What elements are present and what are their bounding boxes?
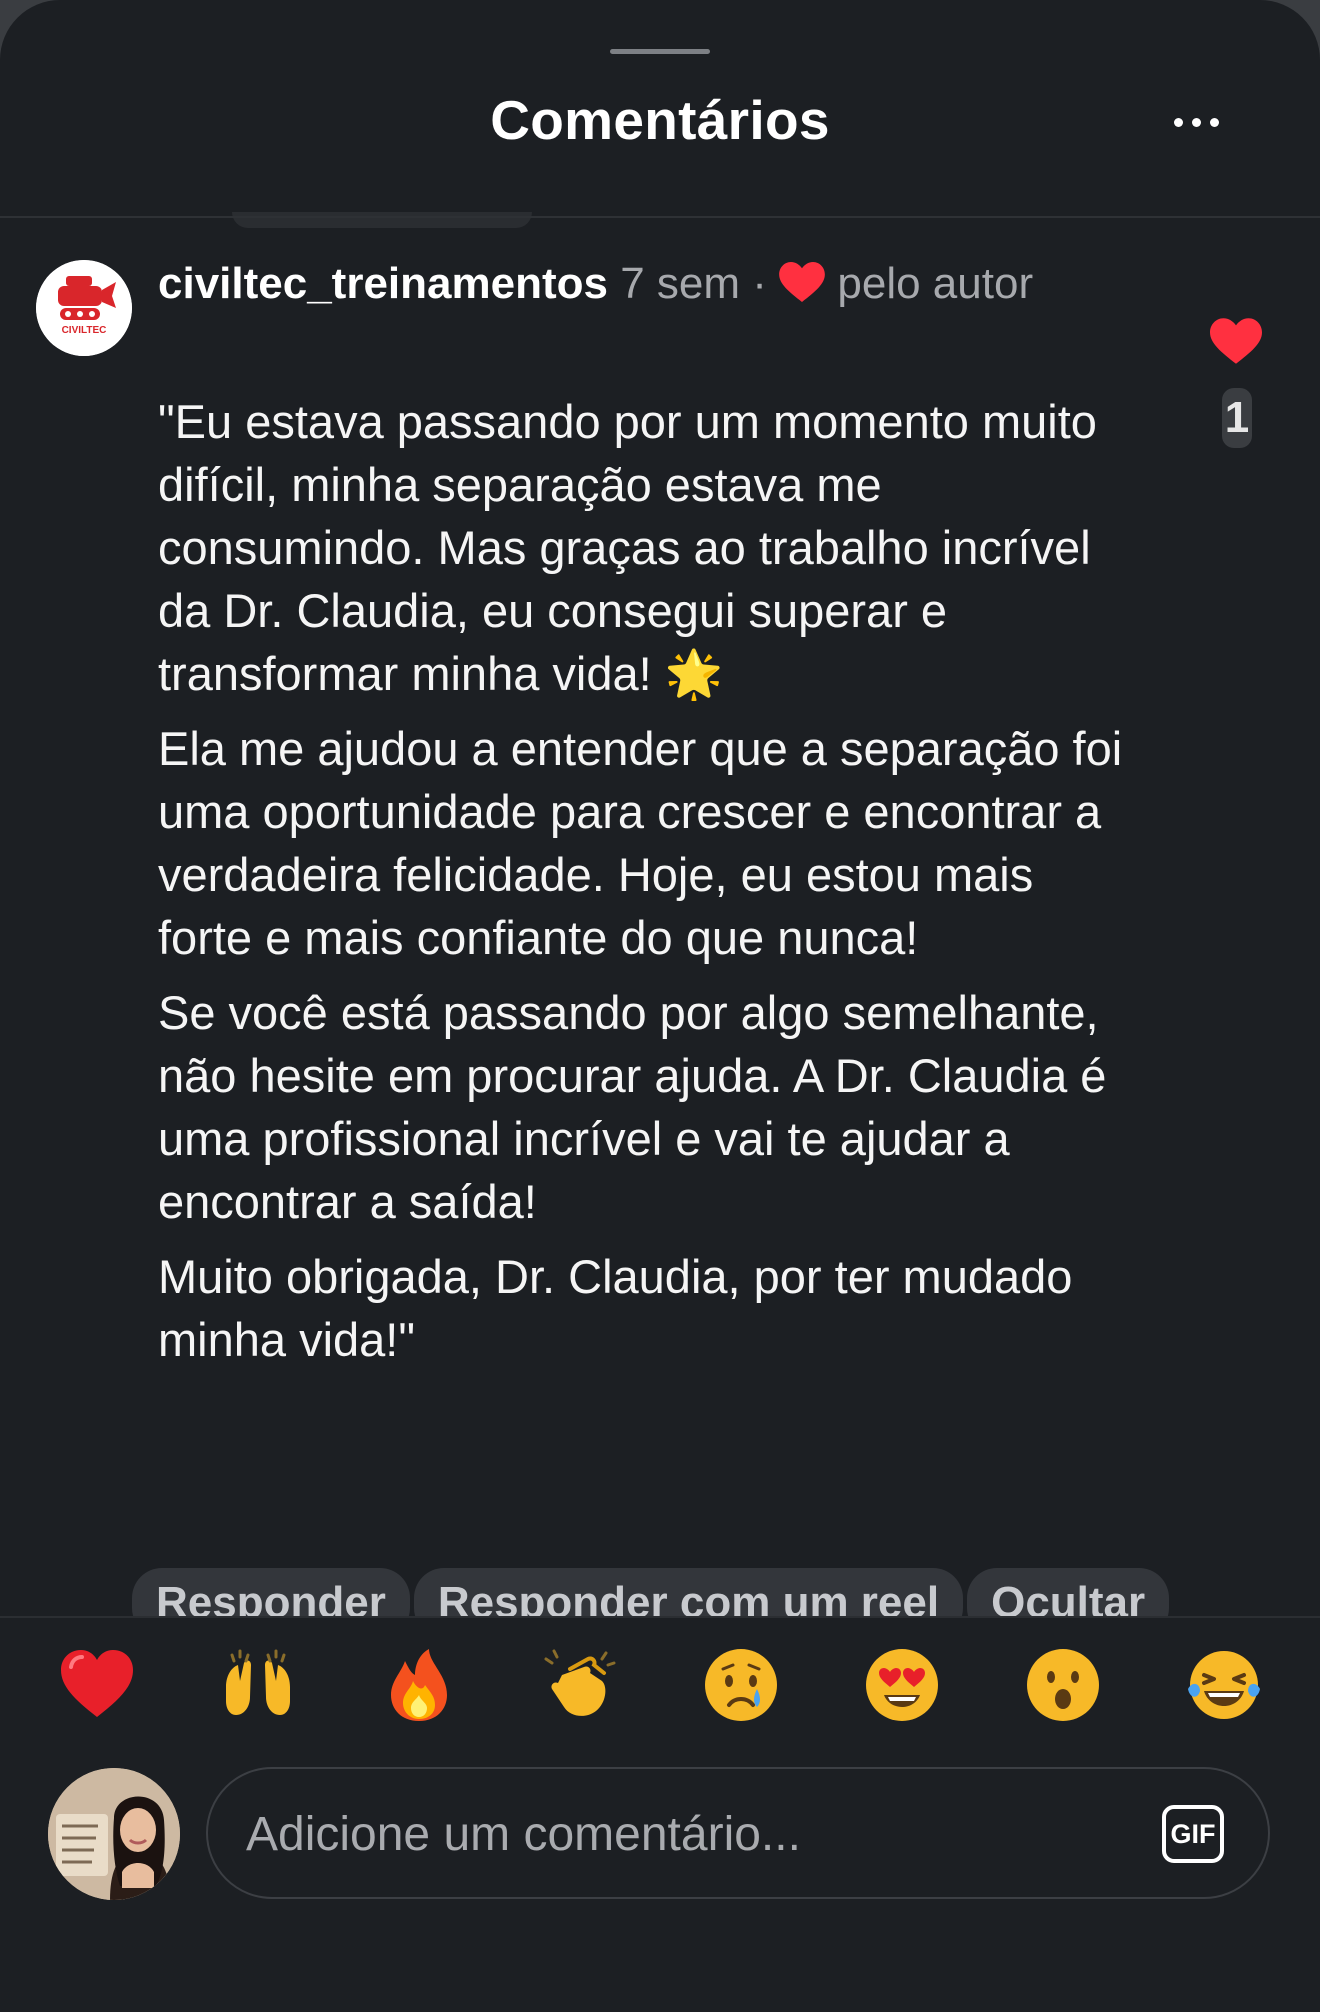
more-dot-icon [1191, 117, 1201, 127]
comment-username[interactable]: civiltec_treinamentos [158, 259, 608, 308]
hide-button[interactable]: Ocultar [967, 1568, 1170, 1616]
svg-text:CIVILTEC: CIVILTEC [62, 325, 107, 336]
more-dot-icon [1173, 117, 1183, 127]
liked-by-author-heart-icon [779, 262, 826, 302]
commenter-avatar[interactable]: CIVILTEC [36, 260, 132, 356]
comment-input-placeholder: Adicione um comentário... [246, 1808, 801, 1861]
header-divider [0, 216, 1320, 218]
comments-sheet: Comentários CIVILTEC civiltec_treinament… [0, 0, 1320, 2012]
emoji-clapping-hands[interactable] [540, 1645, 620, 1725]
emoji-crying-face[interactable] [701, 1645, 781, 1725]
quick-emoji-bar [0, 1645, 1320, 1725]
more-dot-icon [1209, 117, 1219, 127]
like-heart-icon[interactable] [1210, 318, 1262, 364]
emoji-fire[interactable] [379, 1645, 459, 1725]
emoji-laughing-tears[interactable] [1184, 1645, 1264, 1725]
emoji-surprised-face[interactable] [1023, 1645, 1103, 1725]
comment-actions: Responder Responder com um reel Ocultar [132, 1568, 1170, 1616]
civiltec-logo-icon: CIVILTEC [36, 260, 132, 356]
comment-paragraph: Ela me ajudou a entender que a separação… [158, 722, 1123, 964]
reply-button[interactable]: Responder [132, 1568, 410, 1616]
profile-photo-icon [48, 1768, 180, 1900]
reply-with-reel-button[interactable]: Responder com um reel [413, 1568, 964, 1616]
gif-button[interactable]: GIF [1162, 1805, 1224, 1863]
comment-time: 7 sem [620, 259, 741, 308]
more-options-button[interactable] [1166, 100, 1226, 144]
current-user-avatar[interactable] [48, 1768, 180, 1900]
sheet-grabber-handle[interactable] [610, 49, 710, 54]
meta-separator: · [752, 259, 767, 308]
comment-paragraph: Se você está passando por algo semelhant… [158, 986, 1107, 1228]
emoji-raising-hands[interactable] [218, 1645, 298, 1725]
comment-paragraph: "Eu estava passando por um momento muito… [158, 395, 1097, 700]
scrolled-pill-remnant [232, 212, 532, 228]
comment-paragraph: Muito obrigada, Dr. Claudia, por ter mud… [158, 1250, 1073, 1366]
emoji-heart-eyes[interactable] [862, 1645, 942, 1725]
comment-actions-clip: Responder Responder com um reel Ocultar [0, 1568, 1320, 1616]
comment-text: "Eu estava passando por um momento muito… [158, 390, 1138, 1383]
comment-meta: civiltec_treinamentos 7 sem · pelo autor [158, 255, 1038, 312]
comment-input[interactable]: Adicione um comentário... GIF [206, 1767, 1270, 1899]
emoji-heart[interactable] [57, 1645, 137, 1725]
like-count: 1 [1222, 388, 1252, 448]
sheet-title: Comentários [490, 89, 830, 151]
liked-by-text: pelo autor [837, 259, 1034, 308]
